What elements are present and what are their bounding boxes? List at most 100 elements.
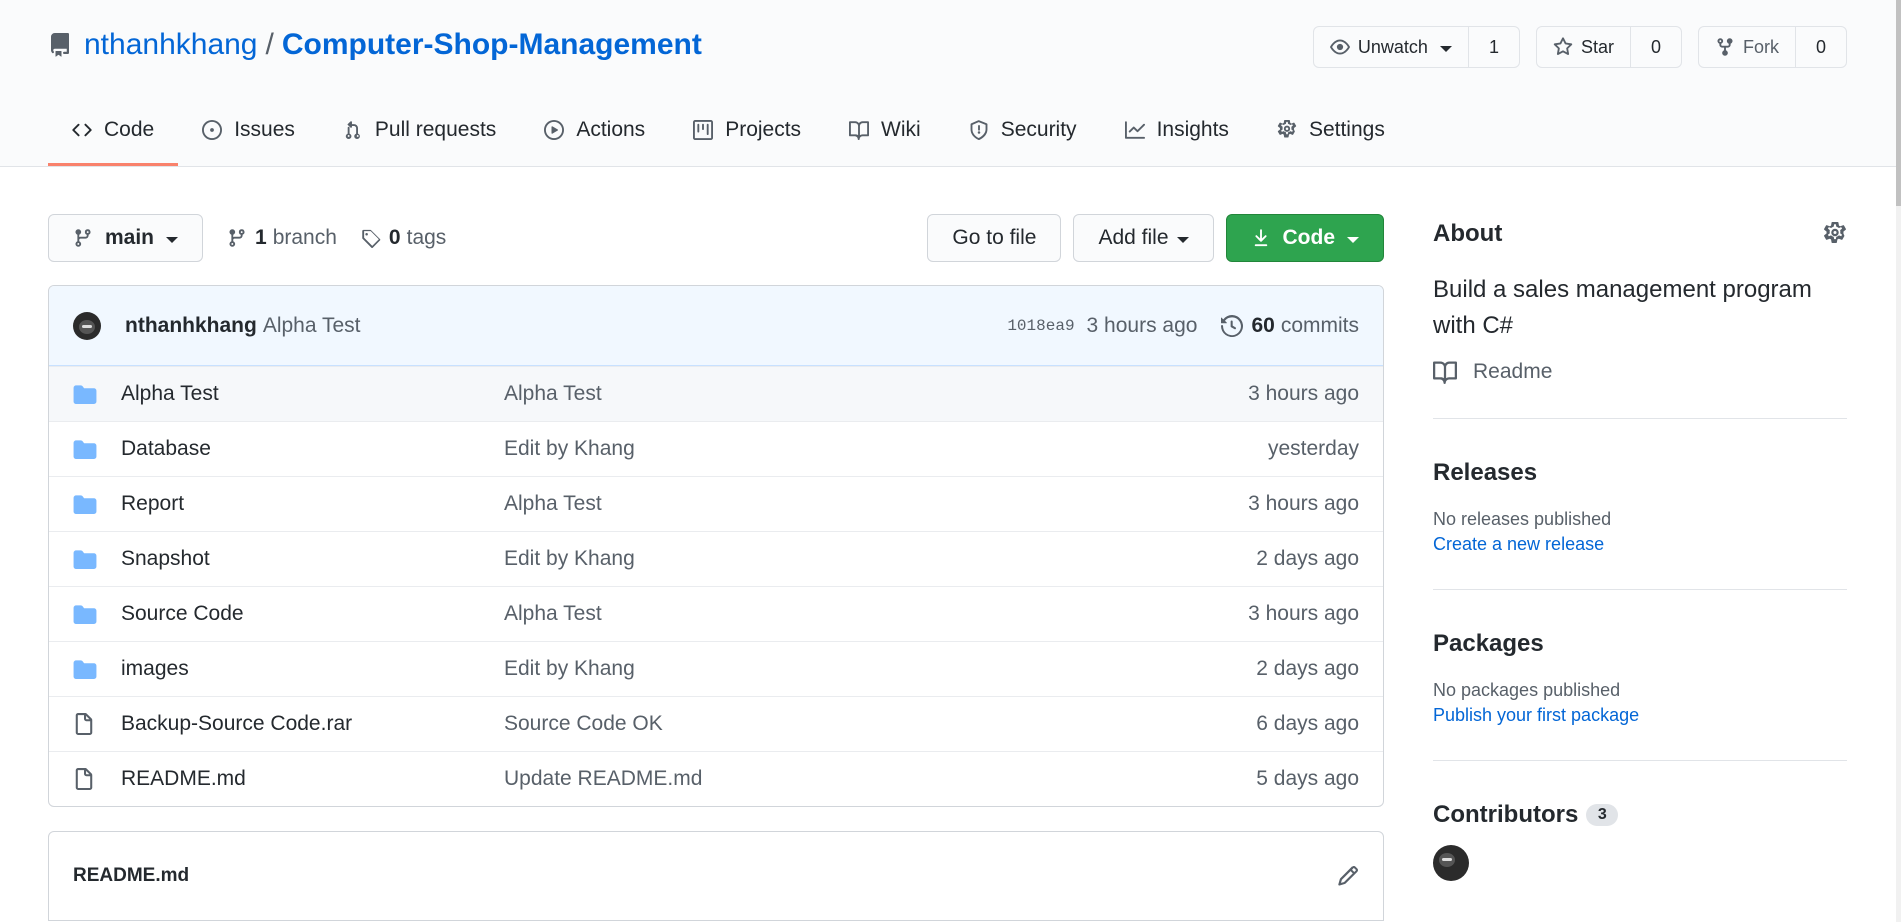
file-name-link[interactable]: Report [121,492,504,516]
create-release-link[interactable]: Create a new release [1433,534,1847,555]
branches-link[interactable]: 1 branch [227,226,337,250]
stars-count[interactable]: 0 [1629,27,1681,67]
pencil-icon[interactable] [1337,865,1359,887]
tab-label: Security [1000,118,1077,141]
fork-button[interactable]: Fork [1699,27,1795,67]
tab-insights[interactable]: Insights [1101,110,1253,166]
file-row[interactable]: images Edit by Khang 2 days ago [49,641,1383,696]
branch-select-button[interactable]: main [48,214,204,262]
folder-icon [73,604,97,624]
forks-count[interactable]: 0 [1794,27,1846,67]
file-age: 3 hours ago [1248,492,1359,515]
folder-icon [73,439,97,459]
commit-count-label: commits [1280,313,1359,337]
star-button[interactable]: Star [1537,27,1630,67]
tab-code[interactable]: Code [48,110,179,166]
packages-heading[interactable]: Packages [1433,630,1847,658]
code-button-label: Code [1282,226,1336,249]
file-commit-message[interactable]: Source Code OK [504,712,1256,736]
repo-name-link[interactable]: Computer-Shop-Management [282,28,702,62]
book-icon [1433,360,1473,384]
scrollbar-thumb[interactable] [1896,0,1901,206]
tab-actions[interactable]: Actions [520,110,669,166]
file-name-link[interactable]: Source Code [121,602,504,626]
branch-count: 1 [255,226,267,249]
file-commit-message[interactable]: Edit by Khang [504,547,1256,571]
fork-icon [1715,37,1743,57]
publish-package-link[interactable]: Publish your first package [1433,705,1847,726]
repo-header: nthanhkhang / Computer-Shop-Management U… [0,0,1896,167]
file-commit-message[interactable]: Alpha Test [504,492,1248,516]
tab-settings[interactable]: Settings [1253,110,1409,166]
repo-owner-link[interactable]: nthanhkhang [84,28,258,62]
tab-label: Code [104,118,155,141]
tag-count: 0 [388,226,401,249]
file-name-link[interactable]: Snapshot [121,547,504,571]
releases-heading[interactable]: Releases [1433,459,1847,487]
page-scrollbar[interactable] [1896,0,1901,922]
git-branch-icon [73,228,105,248]
file-commit-message[interactable]: Update README.md [504,767,1256,791]
watchers-count[interactable]: 1 [1467,27,1519,67]
contributors-heading[interactable]: Contributors [1433,801,1578,829]
code-download-button[interactable]: Code [1225,214,1384,262]
commit-author-link[interactable]: nthanhkhang [125,314,257,338]
file-age: yesterday [1267,437,1359,460]
file-name-link[interactable]: Database [121,437,504,461]
readme-link[interactable]: Readme [1433,360,1847,384]
tab-security[interactable]: Security [945,110,1101,166]
gear-icon[interactable] [1823,222,1847,246]
tab-wiki[interactable]: Wiki [825,110,945,166]
file-age: 3 hours ago [1248,382,1359,405]
about-heading: About [1433,220,1503,247]
file-name-link[interactable]: Alpha Test [121,382,504,406]
repo-title: nthanhkhang / Computer-Shop-Management [48,28,702,62]
commit-sha-link[interactable]: 1018ea9 [1007,317,1074,335]
tab-issues[interactable]: Issues [178,110,319,166]
tab-projects[interactable]: Projects [669,110,825,166]
file-commit-message[interactable]: Edit by Khang [504,437,1268,461]
contributors-count: 3 [1586,804,1619,826]
file-row[interactable]: Source Code Alpha Test 3 hours ago [49,586,1383,641]
no-releases-text: No releases published [1433,509,1612,529]
avatar[interactable] [73,311,101,340]
file-commit-message[interactable]: Alpha Test [504,602,1248,626]
file-row[interactable]: README.md Update README.md 5 days ago [49,751,1383,806]
tab-label: Projects [725,118,802,141]
repo-actions: Unwatch 1 Star 0 Fork 0 [1312,26,1847,68]
file-row[interactable]: Snapshot Edit by Khang 2 days ago [49,531,1383,586]
file-row[interactable]: Report Alpha Test 3 hours ago [49,476,1383,531]
file-age: 2 days ago [1256,657,1359,680]
file-commit-message[interactable]: Alpha Test [504,382,1248,406]
tab-label: Settings [1308,118,1385,141]
file-row[interactable]: Database Edit by Khang yesterday [49,421,1383,476]
commit-message-link[interactable]: Alpha Test [263,314,361,338]
file-icon [73,768,97,790]
file-browser: nthanhkhang Alpha Test 1018ea9 3 hours a… [48,285,1384,807]
add-file-button[interactable]: Add file [1073,214,1214,262]
file-row[interactable]: Alpha Test Alpha Test 3 hours ago [49,366,1383,421]
file-icon [73,713,97,735]
go-to-file-button[interactable]: Go to file [927,214,1062,262]
no-packages-text: No packages published [1433,680,1621,700]
commit-age: 3 hours ago [1086,313,1198,337]
contributors-section: Contributors 3 [1433,761,1847,881]
chevron-down-icon [1176,236,1189,243]
star-button-group: Star 0 [1535,26,1682,68]
avatar[interactable] [1433,845,1469,881]
tab-label: Insights [1156,118,1229,141]
download-icon [1251,228,1283,248]
unwatch-label: Unwatch [1357,36,1428,57]
file-name-link[interactable]: images [121,657,504,681]
file-age: 5 days ago [1256,767,1359,790]
tags-link[interactable]: 0 tags [361,226,446,250]
file-name-link[interactable]: Backup-Source Code.rar [121,712,504,736]
file-row[interactable]: Backup-Source Code.rar Source Code OK 6 … [49,696,1383,751]
tab-pull-requests[interactable]: Pull requests [319,110,520,166]
file-name-link[interactable]: README.md [121,767,504,791]
shield-icon [969,118,1001,140]
unwatch-button[interactable]: Unwatch [1314,27,1468,67]
file-commit-message[interactable]: Edit by Khang [504,657,1256,681]
commit-history-link[interactable]: 60 commits [1221,314,1359,338]
commit-count: 60 [1251,313,1275,337]
